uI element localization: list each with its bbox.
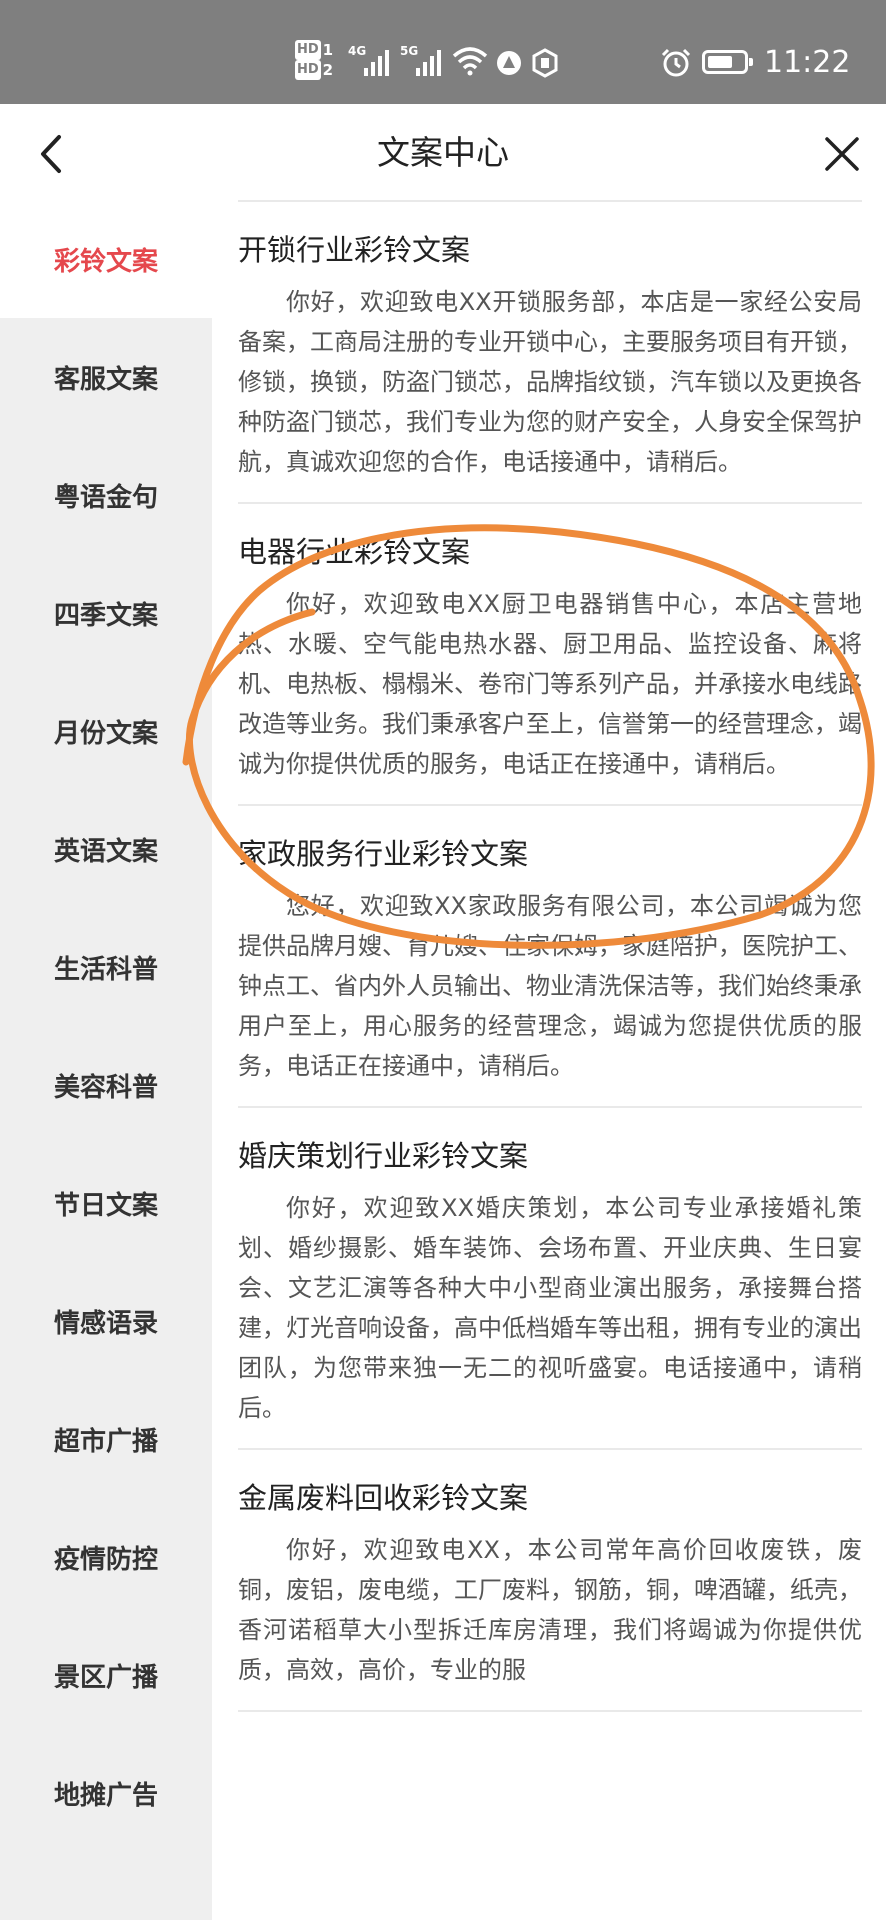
copy-card-body: 您好，欢迎致XX家政服务有限公司，本公司竭诚为您提供品牌月嫂、育儿嫂、住家保姆，… bbox=[238, 892, 862, 1080]
copy-card[interactable]: 开锁行业彩铃文案你好，欢迎致电XX开锁服务部，本店是一家经公安局备案，工商局注册… bbox=[238, 202, 862, 504]
clock: 11:22 bbox=[764, 45, 851, 80]
hd2-num: 2 bbox=[322, 61, 334, 79]
wifi-icon bbox=[452, 47, 488, 76]
sidebar-item[interactable]: 节日文案 bbox=[0, 1144, 212, 1262]
copy-card[interactable]: 电器行业彩铃文案你好，欢迎致电XX厨卫电器销售中心，本店主营地热、水暖、空气能电… bbox=[238, 504, 862, 806]
sidebar-item[interactable]: 地摊广告 bbox=[0, 1734, 212, 1852]
hd1-badge: HD bbox=[295, 40, 321, 60]
page-title: 文案中心 bbox=[377, 133, 509, 172]
content-sheet: 文案中心 彩铃文案 客服文案 粤语金句 四季文案 月份文案 英语文案 生活科普 美容科普 节日文… bbox=[0, 104, 886, 1920]
copy-card[interactable]: 婚庆策划行业彩铃文案你好，欢迎致XX婚庆策划，本公司专业承接婚礼策划、婚纱摄影、… bbox=[238, 1108, 862, 1450]
copy-list: 开锁行业彩铃文案你好，欢迎致电XX开锁服务部，本店是一家经公安局备案，工商局注册… bbox=[238, 200, 862, 1920]
sidebar-item[interactable]: 四季文案 bbox=[0, 554, 212, 672]
copy-card-title: 电器行业彩铃文案 bbox=[238, 535, 471, 569]
signal-icon-1 bbox=[364, 48, 389, 76]
copy-card-body: 你好，欢迎致XX婚庆策划，本公司专业承接婚礼策划、婚纱摄影、婚车装饰、会场布置、… bbox=[238, 1194, 862, 1422]
hd1-num: 1 bbox=[322, 41, 334, 59]
copy-card-body: 你好，欢迎致电XX，本公司常年高价回收废铁，废铜，废铝，废电缆，工厂废料，钢筋，… bbox=[238, 1536, 862, 1684]
sidebar-item[interactable]: 超市广播 bbox=[0, 1380, 212, 1498]
category-sidebar: 彩铃文案 客服文案 粤语金句 四季文案 月份文案 英语文案 生活科普 美容科普 节日文案 情感语录… bbox=[0, 200, 212, 1920]
copy-card-body: 你好，欢迎致电XX开锁服务部，本店是一家经公安局备案，工商局注册的专业开锁中心，… bbox=[238, 288, 862, 476]
copy-card[interactable]: 家政服务行业彩铃文案您好，欢迎致XX家政服务有限公司，本公司竭诚为您提供品牌月嫂… bbox=[238, 806, 862, 1108]
sidebar-item[interactable]: 美容科普 bbox=[0, 1026, 212, 1144]
close-icon bbox=[825, 137, 859, 171]
battery-icon bbox=[702, 50, 753, 74]
nfc-icon bbox=[532, 48, 558, 78]
close-button[interactable] bbox=[816, 126, 868, 182]
copy-card-body: 你好，欢迎致电XX厨卫电器销售中心，本店主营地热、水暖、空气能电热水器、厨卫用品… bbox=[238, 590, 862, 778]
status-bar: HD 1 HD 2 4G 5G 11:22 bbox=[0, 0, 886, 104]
sidebar-item[interactable]: 月份文案 bbox=[0, 672, 212, 790]
sidebar-item[interactable]: 粤语金句 bbox=[0, 436, 212, 554]
copy-card-title: 婚庆策划行业彩铃文案 bbox=[238, 1139, 529, 1173]
copy-card-title: 金属废料回收彩铃文案 bbox=[238, 1481, 529, 1515]
copy-card-title: 家政服务行业彩铃文案 bbox=[238, 837, 529, 871]
nav-bar: 文案中心 bbox=[0, 104, 886, 200]
alarm-icon bbox=[661, 48, 691, 77]
sidebar-item[interactable]: 情感语录 bbox=[0, 1262, 212, 1380]
sidebar-item[interactable]: 景区广播 bbox=[0, 1616, 212, 1734]
sidebar-item[interactable]: 生活科普 bbox=[0, 908, 212, 1026]
hotspot-icon bbox=[497, 51, 521, 75]
copy-card[interactable]: 金属废料回收彩铃文案你好，欢迎致电XX，本公司常年高价回收废铁，废铜，废铝，废电… bbox=[238, 1450, 862, 1712]
hd2-badge: HD bbox=[295, 60, 321, 80]
battery-fill bbox=[708, 56, 732, 68]
signal-icon-2 bbox=[416, 48, 441, 76]
sidebar-item[interactable]: 英语文案 bbox=[0, 790, 212, 908]
hd-indicators: HD 1 HD 2 bbox=[295, 40, 333, 80]
sidebar-item[interactable]: 疫情防控 bbox=[0, 1498, 212, 1616]
sidebar-item[interactable]: 彩铃文案 bbox=[0, 200, 212, 318]
sidebar-item[interactable]: 客服文案 bbox=[0, 318, 212, 436]
copy-card-title: 开锁行业彩铃文案 bbox=[238, 233, 471, 267]
